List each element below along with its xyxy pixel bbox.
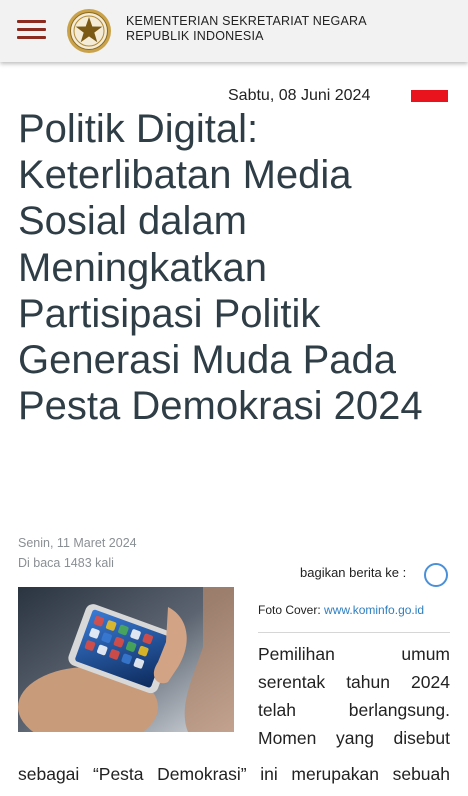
article-cover-photo [18, 587, 234, 732]
organization-line-1: KEMENTERIAN SEKRETARIAT NEGARA [126, 14, 367, 28]
photo-credit-link[interactable]: www.kominfo.go.id [324, 603, 424, 617]
indonesia-flag-icon [411, 90, 448, 102]
article-body: Pemilihan umum serentak tahun 2024 telah… [258, 640, 450, 752]
article-body-line: Momen yang disebut [258, 728, 450, 748]
article-body-line: telah berlangsung. [258, 700, 450, 720]
photo-credit: Foto Cover: www.kominfo.go.id [258, 603, 424, 617]
article-body-line: Pemilihan umum [258, 644, 450, 664]
article-body-wide-line: sebagai “Pesta Demokrasi” ini merupakan … [18, 764, 450, 784]
current-date: Sabtu, 08 Juni 2024 [228, 87, 371, 104]
app-header: KEMENTERIAN SEKRETARIAT NEGARA REPUBLIK … [0, 0, 468, 62]
article-title: Politik Digital: Keterlibatan Media Sosi… [18, 107, 423, 429]
organization-line-2: REPUBLIK INDONESIA [126, 29, 264, 43]
garuda-emblem-logo[interactable] [66, 8, 112, 54]
article-body-line: serentak tahun 2024 [258, 672, 450, 692]
photo-credit-label: Foto Cover: [258, 603, 321, 617]
share-label: bagikan berita ke : [300, 565, 407, 580]
divider [258, 632, 450, 633]
hamburger-menu-icon[interactable] [17, 20, 46, 40]
view-count: Di baca 1483 kali [18, 556, 114, 570]
organization-name: KEMENTERIAN SEKRETARIAT NEGARA REPUBLIK … [126, 14, 367, 44]
share-icon[interactable] [424, 563, 448, 587]
publish-date: Senin, 11 Maret 2024 [18, 536, 137, 550]
